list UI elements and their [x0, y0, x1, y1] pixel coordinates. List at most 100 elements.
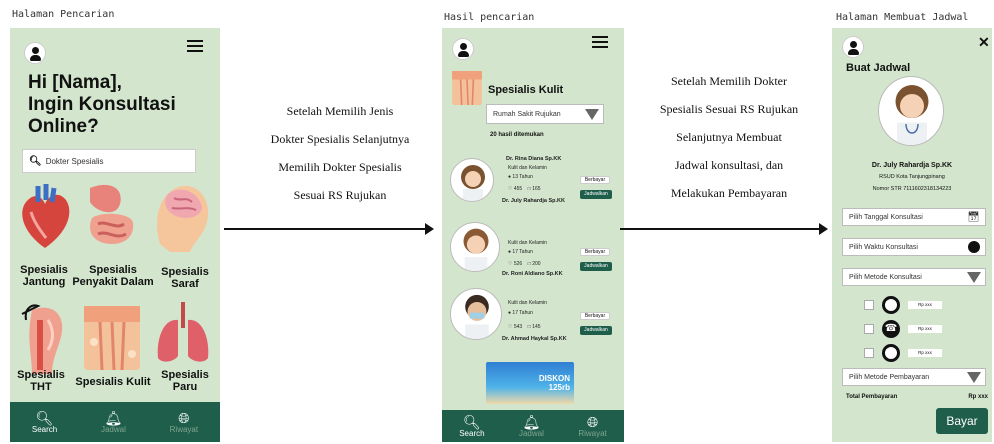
category-label-penyakit-dalam[interactable]: Spesialis Penyakit Dalam: [72, 264, 154, 288]
time-select[interactable]: Pilih Waktu Konsultasi: [842, 238, 986, 256]
doctor-card[interactable]: Kulit dan Kelamin ● 17 Tahun ♡ 543 □ 145…: [450, 288, 618, 350]
phone-schedule-page: ✕ Buat Jadwal Dr. July Rahardja Sp.KK RS…: [832, 28, 992, 442]
time-select-label: Pilih Waktu Konsultasi: [849, 243, 918, 251]
schedule-button[interactable]: Jadwalkan: [580, 326, 612, 335]
bell-icon: 🔔︎: [522, 413, 541, 430]
search-icon: 🔍︎: [29, 155, 42, 167]
doctor-avatar: [450, 158, 494, 202]
schedule-button[interactable]: Jadwalkan: [580, 262, 612, 271]
dropdown-arrow-icon: [585, 109, 599, 120]
comments-value: 145: [532, 324, 541, 330]
heart-icon[interactable]: [16, 182, 74, 252]
hospital-select[interactable]: Rumah Sakit Rujukan: [486, 104, 604, 124]
nav-jadwal[interactable]: 🔔︎ Jadwal: [519, 415, 544, 438]
pay-button[interactable]: Bayar: [936, 408, 988, 434]
doctor-stats: ♡ 543 □ 145: [508, 324, 541, 330]
menu-icon[interactable]: [592, 36, 608, 48]
promo-text: DISKON 125rb: [538, 374, 570, 392]
dropdown-arrow-icon: [967, 272, 981, 283]
profile-icon[interactable]: [842, 36, 864, 58]
search-input[interactable]: 🔍︎ Dokter Spesialis: [22, 149, 196, 173]
bottom-nav: 🔍︎ Search 🔔︎ Jadwal 🌐︎ Riwayat: [442, 410, 624, 442]
nav-jadwal[interactable]: 🔔︎ Jadwal: [101, 411, 126, 434]
comments-value: 200: [532, 261, 541, 267]
category-label-saraf[interactable]: Spesialis Saraf: [150, 266, 220, 290]
date-select-label: Pilih Tanggal Konsultasi: [849, 213, 923, 221]
flow-arrow-1: [224, 223, 434, 235]
doctor-avatar: [450, 222, 500, 272]
payment-select[interactable]: Pilih Metode Pembayaran: [842, 368, 986, 386]
doctor-name: Dr. Rina Diana Sp.KK: [506, 156, 562, 162]
globe-icon: 🌐︎: [586, 413, 599, 430]
stomach-icon[interactable]: [80, 178, 142, 250]
skin-icon[interactable]: [80, 302, 144, 374]
clock-icon: [968, 241, 980, 253]
comment-icon: □: [527, 261, 531, 267]
fee-badge: Berbayar: [580, 248, 610, 256]
doctor-subtitle: Dr. Roni Aldiano Sp.KK: [502, 271, 563, 277]
phone-results-page: Spesialis Kulit Rumah Sakit Rujukan 20 h…: [442, 28, 624, 442]
chat-icon: [882, 296, 900, 314]
throat-icon[interactable]: [12, 300, 72, 376]
caption-search-page: Halaman Pencarian: [12, 9, 115, 20]
method-option-chat[interactable]: Rp xxx: [864, 296, 974, 314]
nav-search[interactable]: 🔍︎ Search: [32, 411, 57, 434]
method-option-video[interactable]: Rp xxx: [864, 344, 974, 362]
nav-riwayat[interactable]: 🌐︎ Riwayat: [170, 411, 198, 434]
dropdown-arrow-icon: [967, 372, 981, 383]
globe-icon: 🌐︎: [178, 409, 190, 426]
method-select[interactable]: Pilih Metode Konsultasi: [842, 268, 986, 286]
search-icon: 🔍︎: [462, 413, 481, 430]
doctor-subtitle: Dr. July Rahardja Sp.KK: [502, 198, 565, 204]
bottom-nav: 🔍︎ Search 🔔︎ Jadwal 🌐︎ Riwayat: [10, 402, 220, 442]
nav-riwayat[interactable]: 🌐︎ Riwayat: [578, 415, 606, 438]
method-price: Rp xxx: [908, 325, 942, 333]
promo-banner[interactable]: DISKON 125rb: [486, 362, 574, 404]
menu-icon[interactable]: [187, 40, 203, 52]
category-label-kulit[interactable]: Spesialis Kulit: [72, 376, 154, 388]
category-label-jantung[interactable]: Spesialis Jantung: [10, 264, 78, 288]
caption-schedule-page: Halaman Membuat Jadwal: [836, 12, 969, 23]
method-select-label: Pilih Metode Konsultasi: [849, 273, 922, 281]
doctor-card[interactable]: Dr. Rina Diana Sp.KK Kulit dan Kelamin ●…: [450, 156, 618, 218]
schedule-button[interactable]: Jadwalkan: [580, 190, 612, 199]
profile-icon[interactable]: [452, 38, 474, 60]
category-label-paru[interactable]: Spesialis Paru: [150, 369, 220, 393]
profile-icon[interactable]: [24, 42, 46, 64]
likes-value: 526: [513, 261, 523, 267]
method-option-call[interactable]: ☎ Rp xxx: [864, 320, 974, 338]
briefcase-icon: ●: [508, 310, 512, 316]
flow-arrow-2: [620, 223, 828, 235]
date-select[interactable]: Pilih Tanggal Konsultasi 📅︎: [842, 208, 986, 226]
page-title: Buat Jadwal: [846, 62, 911, 74]
page-title: Spesialis Kulit: [488, 84, 564, 96]
checkbox[interactable]: [864, 324, 874, 334]
doctor-experience: ● 13 Tahun: [508, 174, 533, 180]
close-icon[interactable]: ✕: [978, 34, 990, 51]
greeting-heading: Hi [Nama], Ingin Konsultasi Online?: [28, 72, 176, 137]
search-placeholder: Dokter Spesialis: [45, 156, 104, 166]
briefcase-icon: ●: [508, 174, 512, 180]
flow-description-2: Setelah Memilih Dokter Spesialis Sesuai …: [659, 74, 799, 200]
flow-description-1: Setelah Memilih Jenis Dokter Spesialis S…: [270, 104, 410, 202]
doctor-specialty: Kulit dan Kelamin: [508, 165, 547, 171]
comment-icon: □: [527, 186, 531, 192]
brain-icon[interactable]: [150, 180, 212, 256]
lungs-icon[interactable]: [154, 298, 212, 368]
checkbox[interactable]: [864, 300, 874, 310]
doctor-stats: ♡ 455 □ 165: [508, 186, 541, 192]
doctor-card[interactable]: Kulit dan Kelamin ● 17 Tahun ♡ 526 □ 200…: [450, 222, 618, 284]
checkbox[interactable]: [864, 348, 874, 358]
comments-value: 165: [532, 186, 541, 192]
method-price: Rp xxx: [908, 349, 942, 357]
doctor-name: Dr. July Rahardja Sp.KK: [871, 162, 953, 169]
calendar-icon: 📅︎: [967, 212, 980, 223]
flow-diagram: Halaman Pencarian Hi [Nama], Ingin Konsu…: [0, 0, 994, 444]
nav-search-label: Search: [459, 428, 485, 438]
doctor-specialty: Kulit dan Kelamin: [508, 300, 547, 306]
category-label-tht[interactable]: Spesialis THT: [10, 369, 72, 393]
nav-search[interactable]: 🔍︎ Search: [459, 415, 484, 438]
total-value: Rp xxx: [968, 394, 988, 400]
briefcase-icon: ●: [508, 249, 512, 255]
doctor-experience: ● 17 Tahun: [508, 249, 533, 255]
